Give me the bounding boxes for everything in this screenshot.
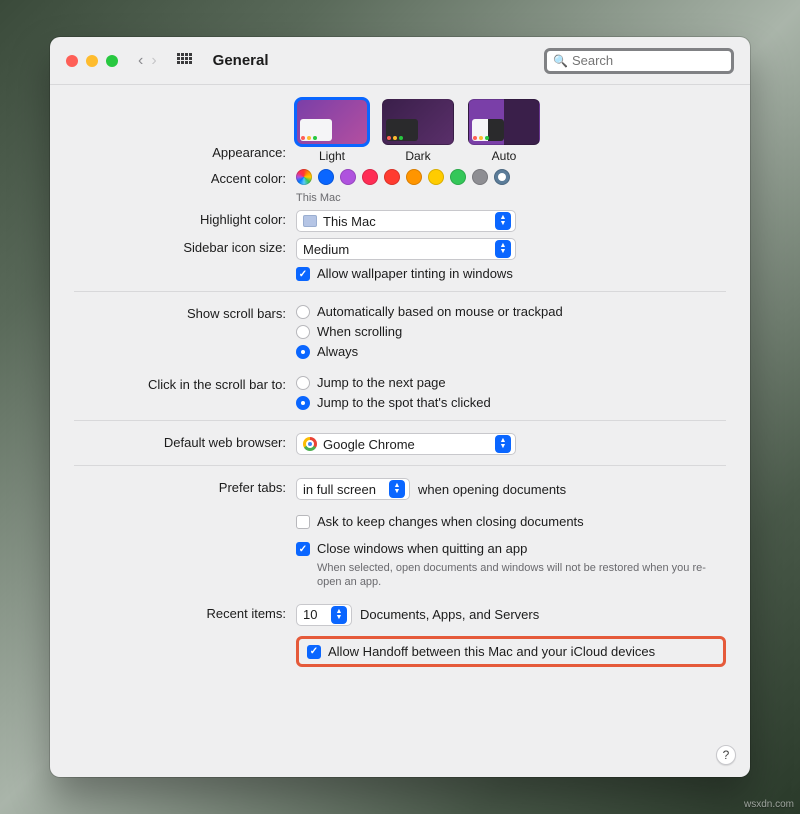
radio-icon (296, 376, 310, 390)
highlight-label: Highlight color: (74, 210, 296, 227)
scrollclick-spot-radio[interactable]: Jump to the spot that's clicked (296, 395, 726, 410)
browser-dropdown[interactable]: Google Chrome (296, 433, 516, 455)
scroll-always-radio[interactable]: Always (296, 344, 726, 359)
forward-button[interactable]: › (151, 52, 156, 70)
scroll-whenscrolling-radio[interactable]: When scrolling (296, 324, 726, 339)
browser-value: Google Chrome (323, 437, 489, 452)
accent-purple[interactable] (340, 169, 356, 185)
maximize-icon[interactable] (106, 55, 118, 67)
appearance-dark-label: Dark (405, 149, 430, 163)
search-input[interactable] (572, 53, 748, 68)
accent-blue[interactable] (318, 169, 334, 185)
highlight-swatch-icon (303, 215, 317, 227)
chevron-updown-icon (495, 240, 511, 258)
accent-swatches (296, 169, 726, 185)
accent-red[interactable] (384, 169, 400, 185)
tabs-suffix: when opening documents (418, 482, 566, 497)
accent-label: Accent color: (74, 169, 296, 186)
close-windows-checkbox[interactable]: Close windows when quitting an app (296, 541, 726, 556)
tabs-value: in full screen (303, 482, 383, 497)
appearance-auto[interactable]: Auto (468, 99, 540, 163)
highlight-dropdown[interactable]: This Mac (296, 210, 516, 232)
sidebar-size-label: Sidebar icon size: (74, 238, 296, 255)
ask-keep-checkbox[interactable]: Ask to keep changes when closing documen… (296, 514, 726, 529)
wallpaper-tint-checkbox[interactable]: Allow wallpaper tinting in windows (296, 266, 726, 281)
recent-label: Recent items: (74, 604, 296, 621)
traffic-lights (66, 55, 118, 67)
checkbox-icon (296, 267, 310, 281)
handoff-checkbox[interactable]: Allow Handoff between this Mac and your … (307, 644, 715, 659)
appearance-light-label: Light (319, 149, 345, 163)
sidebar-size-value: Medium (303, 242, 489, 257)
accent-pink[interactable] (362, 169, 378, 185)
recent-dropdown[interactable]: 10 (296, 604, 352, 626)
chevron-updown-icon (389, 480, 405, 498)
handoff-label: Allow Handoff between this Mac and your … (328, 644, 655, 659)
accent-yellow[interactable] (428, 169, 444, 185)
close-windows-label: Close windows when quitting an app (317, 541, 527, 556)
scroll-auto-radio[interactable]: Automatically based on mouse or trackpad (296, 304, 726, 319)
checkbox-icon (296, 542, 310, 556)
window-toolbar: ‹ › General 🔍 (50, 37, 750, 85)
appearance-label: Appearance: (74, 99, 296, 160)
accent-multi[interactable] (296, 169, 312, 185)
radio-icon (296, 325, 310, 339)
recent-suffix: Documents, Apps, and Servers (360, 607, 539, 622)
window-title: General (213, 52, 269, 69)
close-windows-fineprint: When selected, open documents and window… (296, 561, 726, 590)
scrollclick-label: Click in the scroll bar to: (74, 375, 296, 392)
chevron-updown-icon (495, 212, 511, 230)
accent-orange[interactable] (406, 169, 422, 185)
radio-icon (296, 345, 310, 359)
help-button[interactable]: ? (716, 745, 736, 765)
chevron-updown-icon (331, 606, 347, 624)
close-icon[interactable] (66, 55, 78, 67)
radio-icon (296, 396, 310, 410)
watermark: wsxdn.com (744, 799, 794, 810)
checkbox-icon (307, 645, 321, 659)
highlight-value: This Mac (323, 214, 489, 229)
appearance-dark[interactable]: Dark (382, 99, 454, 163)
handoff-highlight: Allow Handoff between this Mac and your … (296, 636, 726, 667)
recent-value: 10 (303, 607, 325, 622)
appearance-light[interactable]: Light (296, 99, 368, 163)
accent-thismac[interactable] (494, 169, 510, 185)
browser-label: Default web browser: (74, 433, 296, 450)
accent-caption: This Mac (296, 192, 726, 204)
checkbox-icon (296, 515, 310, 529)
wallpaper-tint-label: Allow wallpaper tinting in windows (317, 266, 513, 281)
search-icon: 🔍 (553, 54, 568, 68)
content-area: Appearance: Light Dark Auto (50, 85, 750, 777)
scrollbars-label: Show scroll bars: (74, 304, 296, 321)
preferences-window: ‹ › General 🔍 Appearance: Light (50, 37, 750, 777)
search-field[interactable]: 🔍 (544, 48, 734, 74)
radio-icon (296, 305, 310, 319)
tabs-dropdown[interactable]: in full screen (296, 478, 410, 500)
scrollclick-page-radio[interactable]: Jump to the next page (296, 375, 726, 390)
accent-graphite[interactable] (472, 169, 488, 185)
minimize-icon[interactable] (86, 55, 98, 67)
ask-keep-label: Ask to keep changes when closing documen… (317, 514, 584, 529)
show-all-icon[interactable] (177, 53, 193, 69)
nav-arrows: ‹ › (138, 52, 157, 70)
chrome-icon (303, 437, 317, 451)
tabs-label: Prefer tabs: (74, 478, 296, 495)
appearance-auto-label: Auto (492, 149, 517, 163)
back-button[interactable]: ‹ (138, 52, 143, 70)
sidebar-size-dropdown[interactable]: Medium (296, 238, 516, 260)
chevron-updown-icon (495, 435, 511, 453)
accent-green[interactable] (450, 169, 466, 185)
